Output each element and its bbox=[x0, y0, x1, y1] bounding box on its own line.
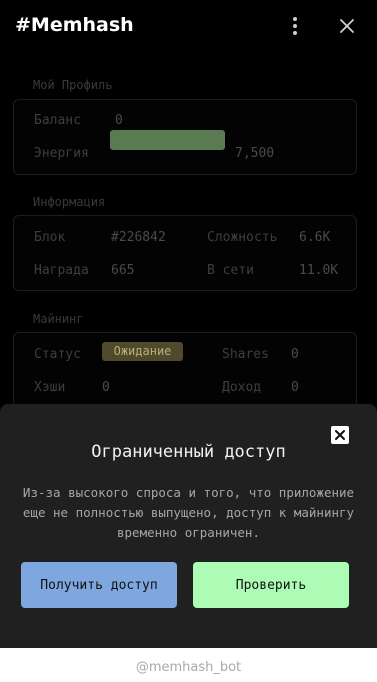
vertical-dots-icon[interactable] bbox=[285, 15, 305, 37]
check-button[interactable]: Проверить bbox=[193, 562, 349, 608]
balance-label: Баланс bbox=[34, 113, 81, 128]
shares-label: Shares bbox=[222, 347, 269, 362]
income-label: Доход bbox=[222, 380, 262, 395]
close-icon[interactable] bbox=[337, 16, 357, 36]
shares-value: 0 bbox=[291, 347, 299, 362]
reward-value: 665 bbox=[111, 263, 135, 278]
balance-value: 0 bbox=[115, 113, 123, 128]
status-badge: Ожидание bbox=[102, 342, 183, 361]
profile-section-title: Мой Профиль bbox=[33, 78, 113, 92]
status-label: Статус bbox=[34, 347, 81, 362]
footer: @memhash_bot bbox=[0, 648, 377, 682]
energy-value: 7,500 bbox=[235, 146, 275, 161]
energy-label: Энергия bbox=[34, 146, 89, 161]
info-panel: Блок #226842 Сложность 6.6K Награда 665 … bbox=[13, 215, 357, 291]
hashes-value: 0 bbox=[102, 380, 110, 395]
get-access-button[interactable]: Получить доступ bbox=[21, 562, 177, 608]
mining-section-title: Майнинг bbox=[33, 312, 84, 326]
profile-panel: Баланс 0 Энергия 7,500 bbox=[13, 99, 357, 175]
hashes-label: Хэши bbox=[34, 380, 66, 395]
online-value: 11.0K bbox=[299, 263, 339, 278]
modal-title: Ограниченный доступ bbox=[91, 442, 286, 462]
block-value: #226842 bbox=[111, 230, 166, 245]
modal-message: Из-за высокого спроса и того, что прилож… bbox=[22, 485, 355, 540]
difficulty-label: Сложность bbox=[207, 230, 278, 245]
app-title: #Memhash bbox=[15, 14, 134, 36]
reward-label: Награда bbox=[34, 263, 89, 278]
app-screen: #Memhash Мой Профиль Баланс 0 Энергия 7,… bbox=[0, 0, 377, 648]
energy-bar-fill bbox=[110, 130, 225, 150]
difficulty-value: 6.6K bbox=[299, 230, 331, 245]
header: #Memhash bbox=[0, 0, 377, 54]
info-section-title: Информация bbox=[33, 195, 106, 209]
energy-bar bbox=[110, 130, 225, 150]
bot-name-label: @memhash_bot bbox=[135, 660, 242, 675]
restricted-access-modal: Ограниченный доступ Из-за высокого спрос… bbox=[0, 404, 377, 648]
income-value: 0 bbox=[291, 380, 299, 395]
online-label: В сети bbox=[207, 263, 254, 278]
block-label: Блок bbox=[34, 230, 66, 245]
